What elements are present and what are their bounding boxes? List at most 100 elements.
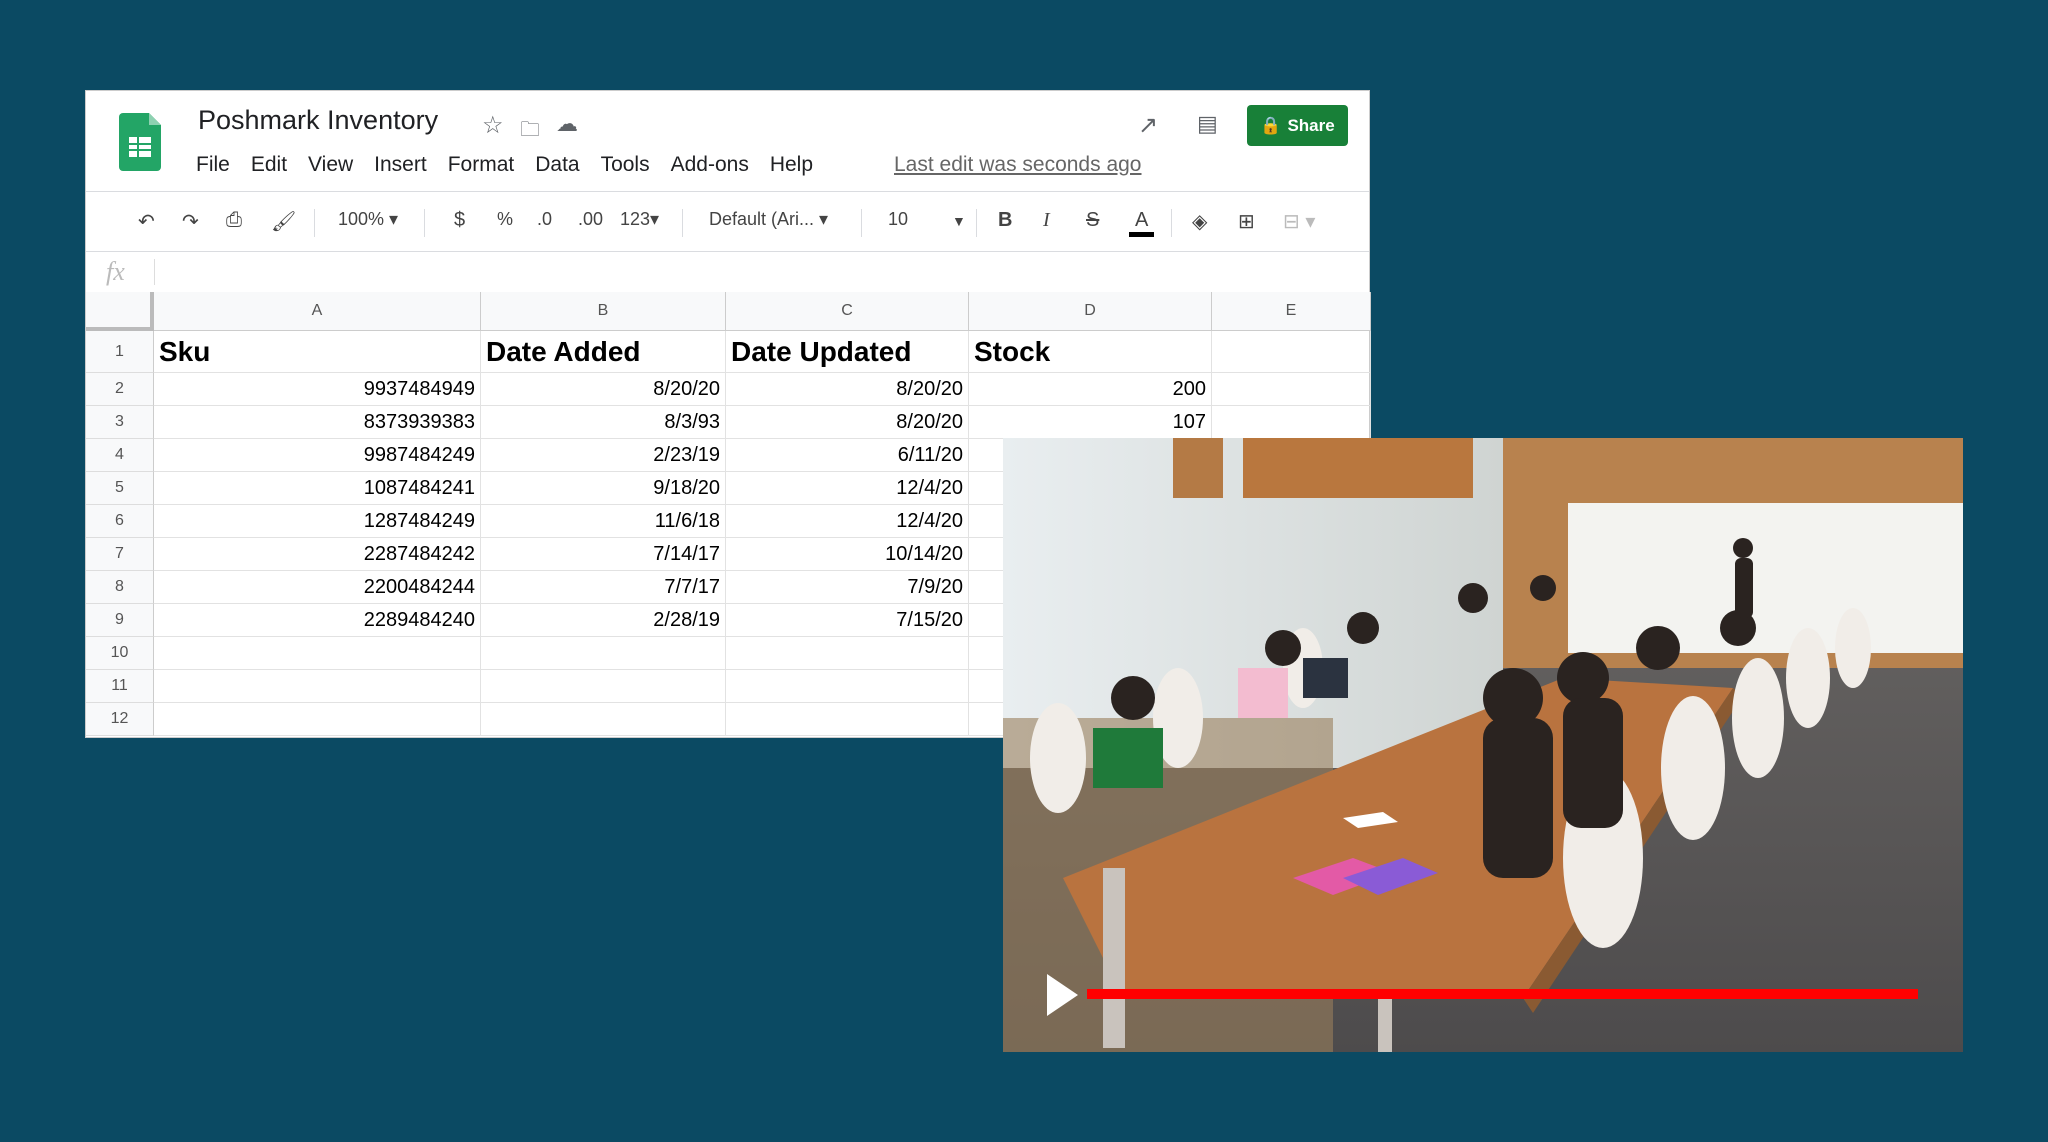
font-size-select[interactable]: 10 [888,209,908,230]
cell[interactable]: 7/9/20 [726,571,969,604]
merge-cells-icon[interactable]: ⊟ ▾ [1283,209,1315,234]
cell[interactable]: 8/3/93 [481,406,726,439]
formula-input[interactable] [161,255,1351,289]
cell[interactable]: 2289484240 [154,604,481,637]
text-color-button[interactable]: A [1129,209,1155,237]
menu-data[interactable]: Data [535,153,579,177]
cell[interactable]: 200 [969,373,1212,406]
decrease-decimal-button[interactable]: .0 [537,209,552,230]
cell[interactable] [726,703,969,736]
activity-trend-icon[interactable]: ↗ [1138,111,1158,140]
cell[interactable]: 8373939383 [154,406,481,439]
header-cell[interactable]: Sku [154,331,481,373]
cell[interactable]: 7/15/20 [726,604,969,637]
video-player[interactable] [1003,438,1963,1052]
star-icon[interactable]: ☆ [482,111,504,140]
play-button[interactable] [1047,974,1078,1016]
share-button[interactable]: 🔒 Share [1247,105,1348,146]
row-header[interactable]: 9 [86,604,154,637]
cell[interactable]: 6/11/20 [726,439,969,472]
cell[interactable]: 11/6/18 [481,505,726,538]
column-header[interactable]: E [1212,292,1371,331]
print-icon[interactable]: ⎙ [226,209,242,232]
cell[interactable] [1212,406,1371,439]
cell[interactable] [481,670,726,703]
undo-icon[interactable]: ↶ [138,209,155,234]
menu-help[interactable]: Help [770,153,813,177]
menu-insert[interactable]: Insert [374,153,427,177]
percent-format-button[interactable]: % [497,209,513,230]
cell[interactable]: 9/18/20 [481,472,726,505]
bold-button[interactable]: B [998,209,1012,232]
row-header[interactable]: 4 [86,439,154,472]
row-header[interactable]: 2 [86,373,154,406]
cell[interactable] [481,637,726,670]
row-header[interactable]: 3 [86,406,154,439]
cell[interactable]: 2/28/19 [481,604,726,637]
column-header[interactable]: D [969,292,1212,331]
fill-color-icon[interactable]: ◈ [1192,209,1207,234]
cell[interactable]: 8/20/20 [481,373,726,406]
header-cell[interactable]: Date Added [481,331,726,373]
header-cell[interactable]: Stock [969,331,1212,373]
row-header[interactable]: 8 [86,571,154,604]
currency-format-button[interactable]: $ [454,209,465,232]
menu-format[interactable]: Format [448,153,515,177]
cell[interactable]: 12/4/20 [726,505,969,538]
cell[interactable] [1212,373,1371,406]
cell[interactable]: 8/20/20 [726,406,969,439]
select-all-corner[interactable] [86,292,154,331]
cell[interactable] [154,637,481,670]
comments-icon[interactable]: ▤ [1197,111,1218,137]
cell[interactable]: 2287484242 [154,538,481,571]
menu-addons[interactable]: Add-ons [671,153,749,177]
cell[interactable]: 10/14/20 [726,538,969,571]
menu-file[interactable]: File [196,153,230,177]
header-cell[interactable] [1212,331,1371,373]
cell[interactable]: 107 [969,406,1212,439]
cell[interactable] [726,670,969,703]
cell[interactable]: 9987484249 [154,439,481,472]
column-header[interactable]: B [481,292,726,331]
more-formats-button[interactable]: 123▾ [620,209,659,230]
increase-decimal-button[interactable]: .00 [578,209,603,230]
cloud-saved-icon[interactable]: ☁ [556,111,578,137]
cell[interactable]: 1287484249 [154,505,481,538]
row-header[interactable]: 10 [86,637,154,670]
row-header[interactable]: 11 [86,670,154,703]
row-header[interactable]: 6 [86,505,154,538]
row-header[interactable]: 5 [86,472,154,505]
cell[interactable]: 2200484244 [154,571,481,604]
row-header[interactable]: 12 [86,703,154,736]
italic-button[interactable]: I [1043,209,1050,232]
cell[interactable]: 1087484241 [154,472,481,505]
font-size-dropdown-icon[interactable]: ▼ [952,213,966,229]
move-folder-icon[interactable]: 🗀 [520,115,540,149]
row-header[interactable]: 1 [86,331,154,373]
paint-format-icon[interactable]: 🖌 [271,209,296,234]
last-edit-link[interactable]: Last edit was seconds ago [894,153,1142,177]
cell[interactable]: 12/4/20 [726,472,969,505]
cell[interactable]: 9937484949 [154,373,481,406]
strikethrough-button[interactable]: S [1086,209,1099,232]
menu-tools[interactable]: Tools [601,153,650,177]
cell[interactable]: 7/14/17 [481,538,726,571]
header-cell[interactable]: Date Updated [726,331,969,373]
font-select[interactable]: Default (Ari... ▾ [709,209,828,230]
video-progress-bar[interactable] [1087,989,1918,999]
cell[interactable] [726,637,969,670]
column-header[interactable]: A [154,292,481,331]
cell[interactable] [154,703,481,736]
column-header[interactable]: C [726,292,969,331]
row-header[interactable]: 7 [86,538,154,571]
cell[interactable]: 7/7/17 [481,571,726,604]
cell[interactable] [481,703,726,736]
document-title[interactable]: Poshmark Inventory [198,105,438,136]
cell[interactable]: 8/20/20 [726,373,969,406]
menu-edit[interactable]: Edit [251,153,287,177]
borders-icon[interactable]: ⊞ [1238,209,1255,234]
menu-view[interactable]: View [308,153,353,177]
cell[interactable]: 2/23/19 [481,439,726,472]
cell[interactable] [154,670,481,703]
redo-icon[interactable]: ↷ [182,209,199,234]
